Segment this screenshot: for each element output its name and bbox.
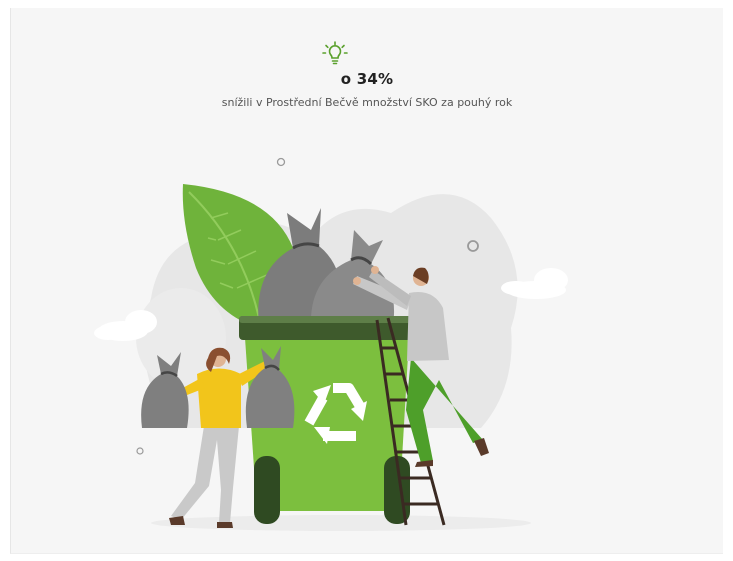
floor-shadow: [151, 515, 531, 531]
stat-card: o 34% snížili v Prostřední Bečvě množstv…: [10, 8, 723, 554]
recycling-illustration: [94, 157, 568, 531]
decor-circle: [136, 447, 144, 455]
decor-circle: [276, 157, 286, 167]
